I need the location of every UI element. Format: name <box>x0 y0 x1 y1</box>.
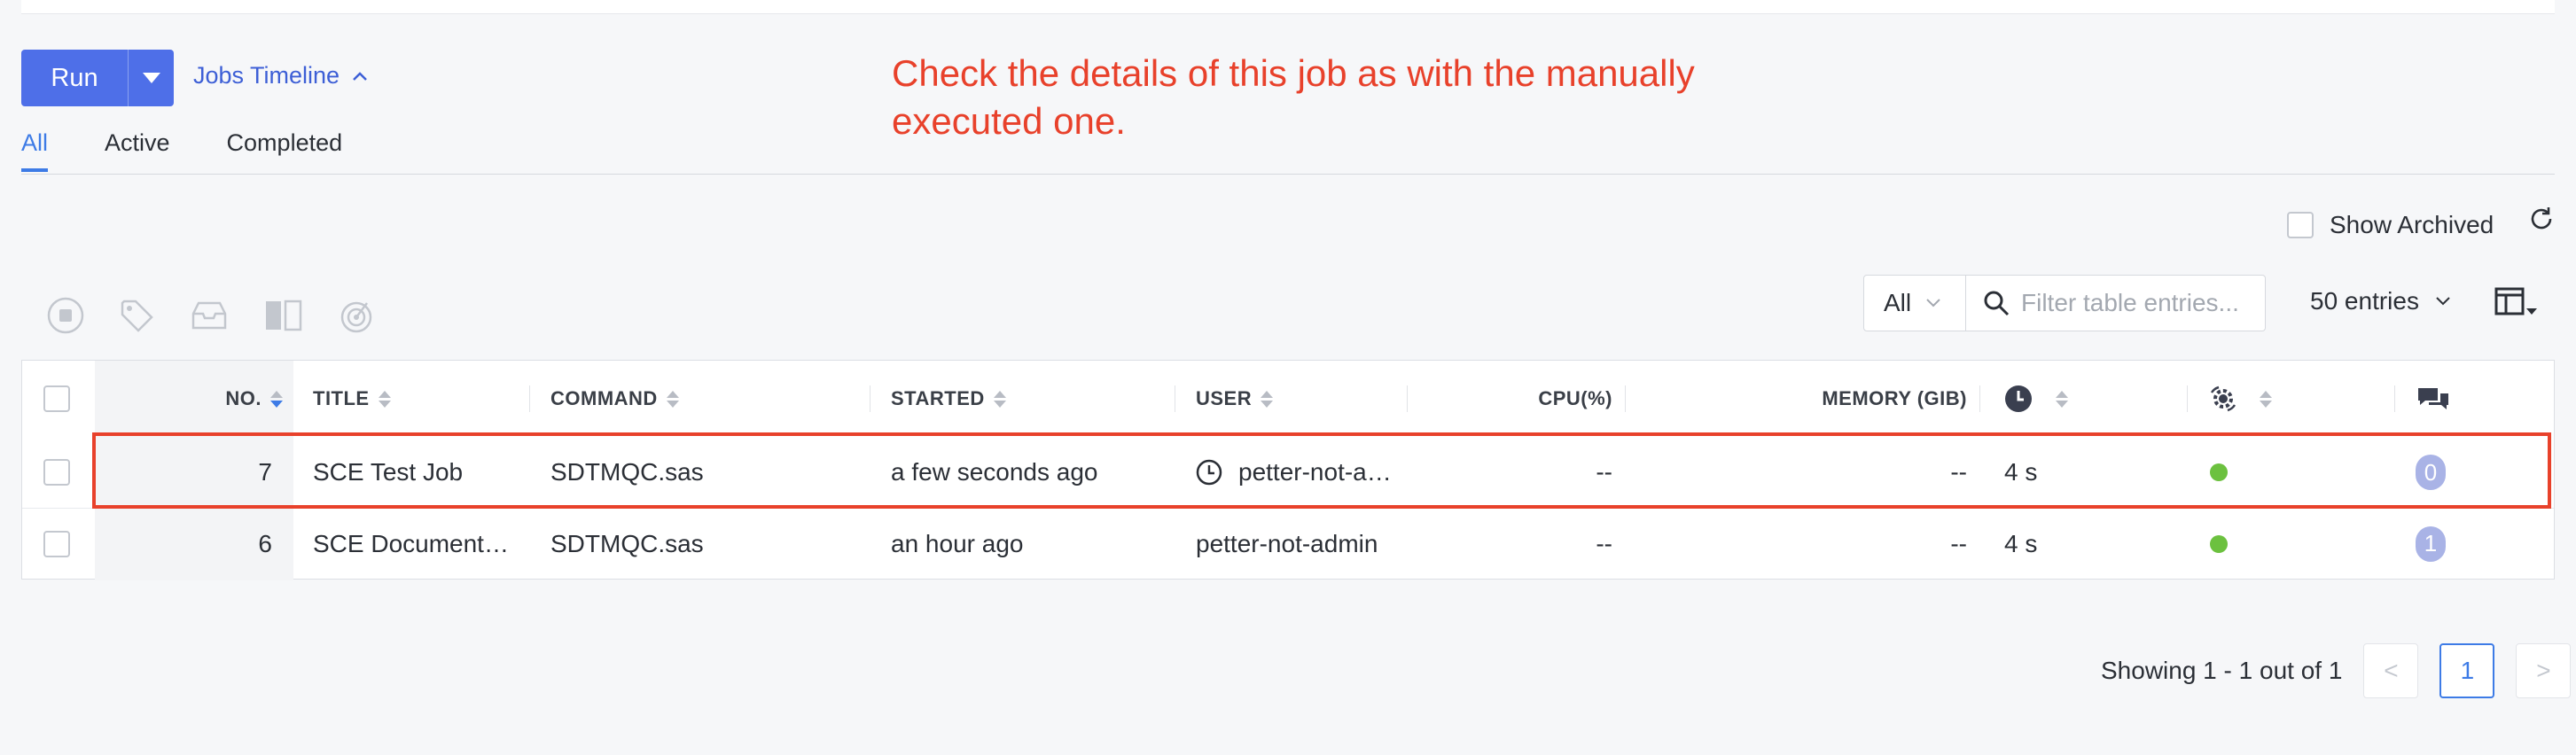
row-duration: 4 s <box>2004 529 2038 557</box>
jobs-timeline-label[interactable]: Jobs Timeline <box>193 62 340 90</box>
tag-icon[interactable] <box>117 296 156 335</box>
target-icon[interactable] <box>337 296 376 335</box>
header-title-label[interactable]: TITLE <box>313 387 370 410</box>
row-user-name: petter-not-admin <box>1196 529 1378 557</box>
row-status <box>2210 509 2228 579</box>
run-button-label[interactable]: Run <box>21 64 128 93</box>
clock-icon <box>2005 385 2032 412</box>
annotation-highlight-box <box>92 432 2551 509</box>
filter-field[interactable] <box>1966 275 2266 331</box>
comments-icon <box>2418 388 2448 409</box>
sort-icon[interactable] <box>2056 390 2068 408</box>
row-memory: -- <box>1950 529 1967 557</box>
column-divider <box>1407 385 1408 412</box>
prev-page-button[interactable]: < <box>2363 643 2419 698</box>
chevron-down-icon[interactable] <box>142 73 160 83</box>
stop-icon[interactable] <box>46 296 85 335</box>
status-filter-select[interactable]: All <box>1863 275 1966 331</box>
row-command: SDTMQC.sas <box>550 529 704 557</box>
header-started-label[interactable]: STARTED <box>891 387 985 410</box>
archive-icon[interactable] <box>188 296 230 335</box>
sort-icon[interactable] <box>2260 390 2272 408</box>
sort-icon[interactable] <box>993 390 1006 408</box>
show-archived-label: Show Archived <box>2330 211 2494 238</box>
header-cpu: CPU(%) <box>1409 361 1612 437</box>
column-settings-button[interactable] <box>2494 287 2537 315</box>
status-dot <box>2210 534 2228 553</box>
header-memory-label: MEMORY (GIB) <box>1822 387 1967 409</box>
sort-icon[interactable] <box>378 390 391 408</box>
row-select-cell[interactable] <box>43 509 70 579</box>
row-comments[interactable]: 1 <box>2416 509 2446 579</box>
sort-icon[interactable] <box>270 390 283 408</box>
column-divider <box>2394 385 2395 412</box>
filter-input[interactable] <box>2021 289 2260 317</box>
next-page-button[interactable]: > <box>2516 643 2572 698</box>
header-memory: MEMORY (GIB) <box>1627 361 1967 437</box>
compare-icon[interactable] <box>262 296 305 335</box>
row-checkbox[interactable] <box>43 459 70 486</box>
comments-count-badge[interactable]: 1 <box>2416 525 2446 562</box>
sort-icon[interactable] <box>1261 390 1274 408</box>
row-select-cell[interactable] <box>43 437 70 508</box>
top-panel <box>21 0 2555 14</box>
row-checkbox[interactable] <box>43 530 70 557</box>
bulk-actions-toolbar <box>46 296 376 335</box>
row-cpu: -- <box>1596 529 1612 557</box>
table-header-row: NO. TITLE COMMAND STARTED USER CPU(%) ME… <box>22 361 2554 437</box>
header-comments <box>2416 361 2451 437</box>
pagination-summary: Showing 1 - 1 out of 1 <box>2101 657 2343 684</box>
header-duration[interactable] <box>2004 361 2068 437</box>
columns-icon[interactable] <box>2494 287 2525 315</box>
header-user[interactable]: USER <box>1196 361 1274 437</box>
select-all-cell[interactable] <box>43 361 70 437</box>
tab-all[interactable]: All <box>21 129 49 172</box>
tab-active[interactable]: Active <box>105 129 170 169</box>
annotation-note: Check the details of this job as with th… <box>892 52 1695 142</box>
header-user-label[interactable]: USER <box>1196 387 1252 410</box>
chevron-up-icon[interactable] <box>352 71 368 82</box>
select-all-checkbox[interactable] <box>43 385 70 412</box>
entries-per-page-select[interactable]: 50 entries <box>2310 287 2451 315</box>
header-started[interactable]: STARTED <box>891 361 1006 437</box>
header-title[interactable]: TITLE <box>313 361 391 437</box>
column-divider <box>1625 385 1626 412</box>
job-filter-tabs: All Active Completed <box>21 129 343 172</box>
header-no[interactable]: NO. <box>95 361 283 437</box>
row-no: 6 <box>258 529 272 557</box>
status-filter-value[interactable]: All <box>1884 289 1911 317</box>
show-archived-checkbox[interactable] <box>2287 212 2314 238</box>
row-user: petter-not-admin <box>1196 509 1378 579</box>
column-divider <box>529 385 530 412</box>
chevron-down-icon[interactable] <box>2435 296 2451 307</box>
header-no-label[interactable]: NO. <box>225 387 262 410</box>
tab-completed[interactable]: Completed <box>227 129 343 169</box>
tabs-divider <box>21 174 2555 175</box>
header-cpu-label: CPU(%) <box>1538 387 1612 409</box>
jobs-timeline-toggle[interactable]: Jobs Timeline <box>193 62 368 90</box>
page-number-button[interactable]: 1 <box>2439 643 2495 698</box>
show-archived-toggle[interactable]: Show Archived <box>2287 211 2494 239</box>
run-button[interactable]: Run <box>21 50 174 106</box>
search-icon <box>1984 291 2010 316</box>
column-divider <box>2187 385 2188 412</box>
run-dropdown-button[interactable] <box>129 73 174 83</box>
header-status[interactable] <box>2208 361 2272 437</box>
refresh-icon[interactable] <box>2526 204 2556 234</box>
header-command[interactable]: COMMAND <box>550 361 679 437</box>
sort-icon[interactable] <box>666 390 679 408</box>
caret-down-icon[interactable] <box>2526 308 2537 315</box>
row-started: an hour ago <box>891 529 1024 557</box>
status-gear-icon <box>2210 385 2236 412</box>
header-command-label[interactable]: COMMAND <box>550 387 658 410</box>
chevron-down-icon[interactable] <box>1925 298 1941 308</box>
column-divider <box>1979 385 1980 412</box>
pagination: Showing 1 - 1 out of 1 < 1 > <box>2101 643 2572 698</box>
table-row[interactable]: 6 SCE Document… SDTMQC.sas an hour ago p… <box>22 508 2554 579</box>
row-title[interactable]: SCE Document… <box>313 509 509 579</box>
entries-per-page-value[interactable]: 50 entries <box>2310 287 2419 315</box>
